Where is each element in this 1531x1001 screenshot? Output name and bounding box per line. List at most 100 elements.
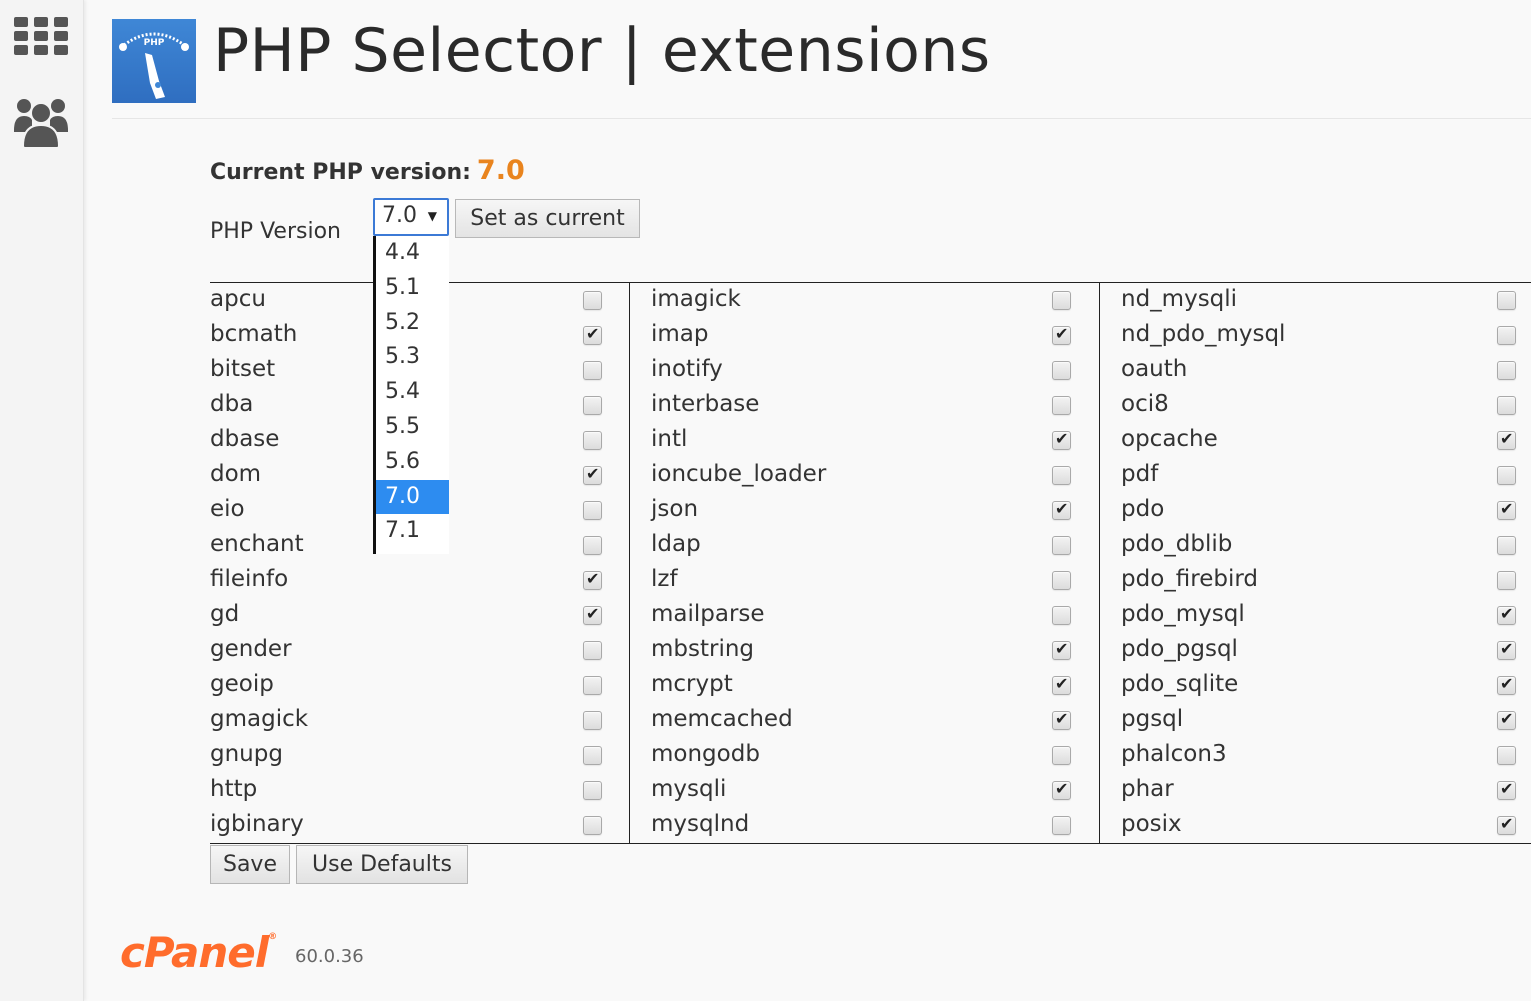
checkmark-icon: ✔ (1500, 709, 1514, 728)
extension-checkbox[interactable]: ✔ (583, 641, 602, 660)
extension-checkbox[interactable]: ✔ (1052, 674, 1071, 695)
extension-name: interbase (651, 391, 760, 417)
extension-row: pdo_pgsql ✔ (1100, 633, 1531, 668)
extension-checkbox[interactable]: ✔ (583, 569, 602, 590)
php-version-option[interactable]: 5.1 (376, 271, 449, 306)
extension-checkbox[interactable]: ✔ (1497, 429, 1516, 450)
extension-row: ioncube_loader ✔ (630, 458, 1099, 493)
php-version-option[interactable]: 5.5 (376, 410, 449, 445)
php-version-option[interactable]: 7.0 (376, 479, 449, 515)
extension-row: phalcon3 ✔ (1100, 738, 1531, 773)
extension-checkbox[interactable]: ✔ (583, 711, 602, 730)
extension-checkbox[interactable]: ✔ (1052, 466, 1071, 485)
checkmark-icon: ✔ (1500, 639, 1514, 658)
extension-checkbox[interactable]: ✔ (583, 361, 602, 380)
users-icon[interactable] (14, 96, 68, 150)
php-version-select[interactable]: 7.0 ▼ (373, 198, 449, 236)
current-php-version: Current PHP version: 7.0 (210, 155, 525, 186)
extension-checkbox[interactable]: ✔ (1052, 291, 1071, 310)
extension-row: lzf ✔ (630, 563, 1099, 598)
save-button[interactable]: Save (210, 845, 290, 884)
extension-checkbox[interactable]: ✔ (1052, 746, 1071, 765)
php-version-dropdown-list: 4.4 5.1 5.2 5.3 5.4 5.5 5.6 7.0 7.1 (373, 236, 449, 554)
extension-checkbox[interactable]: ✔ (1497, 639, 1516, 660)
extension-name: dbase (210, 426, 280, 452)
extension-checkbox[interactable]: ✔ (1497, 674, 1516, 695)
extension-checkbox[interactable]: ✔ (583, 781, 602, 800)
extension-checkbox[interactable]: ✔ (1497, 571, 1516, 590)
php-version-option[interactable]: 5.4 (376, 375, 449, 410)
checkmark-icon: ✔ (1055, 429, 1069, 448)
set-as-current-button[interactable]: Set as current (455, 199, 640, 238)
extension-checkbox[interactable]: ✔ (1497, 396, 1516, 415)
cpanel-logo[interactable]: cPanel® (120, 928, 277, 977)
extension-checkbox[interactable]: ✔ (583, 746, 602, 765)
php-selector-logo-icon: PHP (112, 19, 196, 103)
checkmark-icon: ✔ (1500, 604, 1514, 623)
extension-checkbox[interactable]: ✔ (1052, 361, 1071, 380)
checkmark-icon: ✔ (1055, 779, 1069, 798)
extension-row: gd ✔ (210, 598, 629, 633)
extension-checkbox[interactable]: ✔ (1497, 779, 1516, 800)
use-defaults-button[interactable]: Use Defaults (296, 845, 468, 884)
extension-checkbox[interactable]: ✔ (1052, 639, 1071, 660)
php-version-option[interactable]: 5.2 (376, 306, 449, 341)
extension-checkbox[interactable]: ✔ (583, 536, 602, 555)
extension-checkbox[interactable]: ✔ (1052, 779, 1071, 800)
extension-checkbox[interactable]: ✔ (1052, 816, 1071, 835)
extension-checkbox[interactable]: ✔ (1497, 604, 1516, 625)
extension-name: pdo (1121, 496, 1165, 522)
extension-name: ldap (651, 531, 701, 557)
header-divider (112, 118, 1531, 119)
extension-checkbox[interactable]: ✔ (583, 816, 602, 835)
extension-checkbox[interactable]: ✔ (1497, 499, 1516, 520)
extension-row: pdo_mysql ✔ (1100, 598, 1531, 633)
extension-name: imagick (651, 286, 741, 312)
extension-checkbox[interactable]: ✔ (583, 464, 602, 485)
extension-checkbox[interactable]: ✔ (583, 676, 602, 695)
extension-checkbox[interactable]: ✔ (583, 324, 602, 345)
sidebar (0, 0, 84, 1001)
extension-checkbox[interactable]: ✔ (583, 291, 602, 310)
extension-checkbox[interactable]: ✔ (1497, 814, 1516, 835)
extension-name: mbstring (651, 636, 755, 662)
extension-checkbox[interactable]: ✔ (1497, 709, 1516, 730)
extension-row: inotify ✔ (630, 353, 1099, 388)
extension-checkbox[interactable]: ✔ (1052, 499, 1071, 520)
extension-name: mongodb (651, 741, 760, 767)
extension-name: phar (1121, 776, 1174, 802)
extension-checkbox[interactable]: ✔ (1052, 536, 1071, 555)
extension-checkbox[interactable]: ✔ (1052, 571, 1071, 590)
extension-row: gnupg ✔ (210, 738, 629, 773)
cpanel-brand-text: cPanel (120, 928, 269, 977)
php-version-option[interactable]: 5.6 (376, 445, 449, 480)
php-version-option[interactable]: 7.1 (376, 514, 449, 549)
extension-checkbox[interactable]: ✔ (1052, 324, 1071, 345)
extension-checkbox[interactable]: ✔ (1497, 326, 1516, 345)
extension-checkbox[interactable]: ✔ (1497, 746, 1516, 765)
checkmark-icon: ✔ (1500, 779, 1514, 798)
php-version-option[interactable]: 5.3 (376, 340, 449, 375)
extension-checkbox[interactable]: ✔ (1497, 291, 1516, 310)
extension-checkbox[interactable]: ✔ (1497, 361, 1516, 380)
extension-checkbox[interactable]: ✔ (583, 396, 602, 415)
extension-checkbox[interactable]: ✔ (583, 501, 602, 520)
extension-name: http (210, 776, 258, 802)
php-version-selected: 7.0 (382, 203, 417, 228)
extension-row: opcache ✔ (1100, 423, 1531, 458)
extension-checkbox[interactable]: ✔ (1052, 396, 1071, 415)
extension-checkbox[interactable]: ✔ (583, 604, 602, 625)
extension-checkbox[interactable]: ✔ (583, 431, 602, 450)
apps-grid-icon[interactable] (14, 17, 68, 57)
extension-checkbox[interactable]: ✔ (1052, 709, 1071, 730)
extension-checkbox[interactable]: ✔ (1052, 429, 1071, 450)
php-version-option[interactable]: 4.4 (376, 236, 449, 271)
extension-checkbox[interactable]: ✔ (1497, 466, 1516, 485)
extension-checkbox[interactable]: ✔ (1497, 536, 1516, 555)
extension-checkbox[interactable]: ✔ (1052, 606, 1071, 625)
extension-row: pdo_sqlite ✔ (1100, 668, 1531, 703)
checkmark-icon: ✔ (586, 604, 600, 623)
php-version-label: PHP Version (210, 219, 341, 244)
checkmark-icon: ✔ (1500, 429, 1514, 448)
checkmark-icon: ✔ (1055, 499, 1069, 518)
